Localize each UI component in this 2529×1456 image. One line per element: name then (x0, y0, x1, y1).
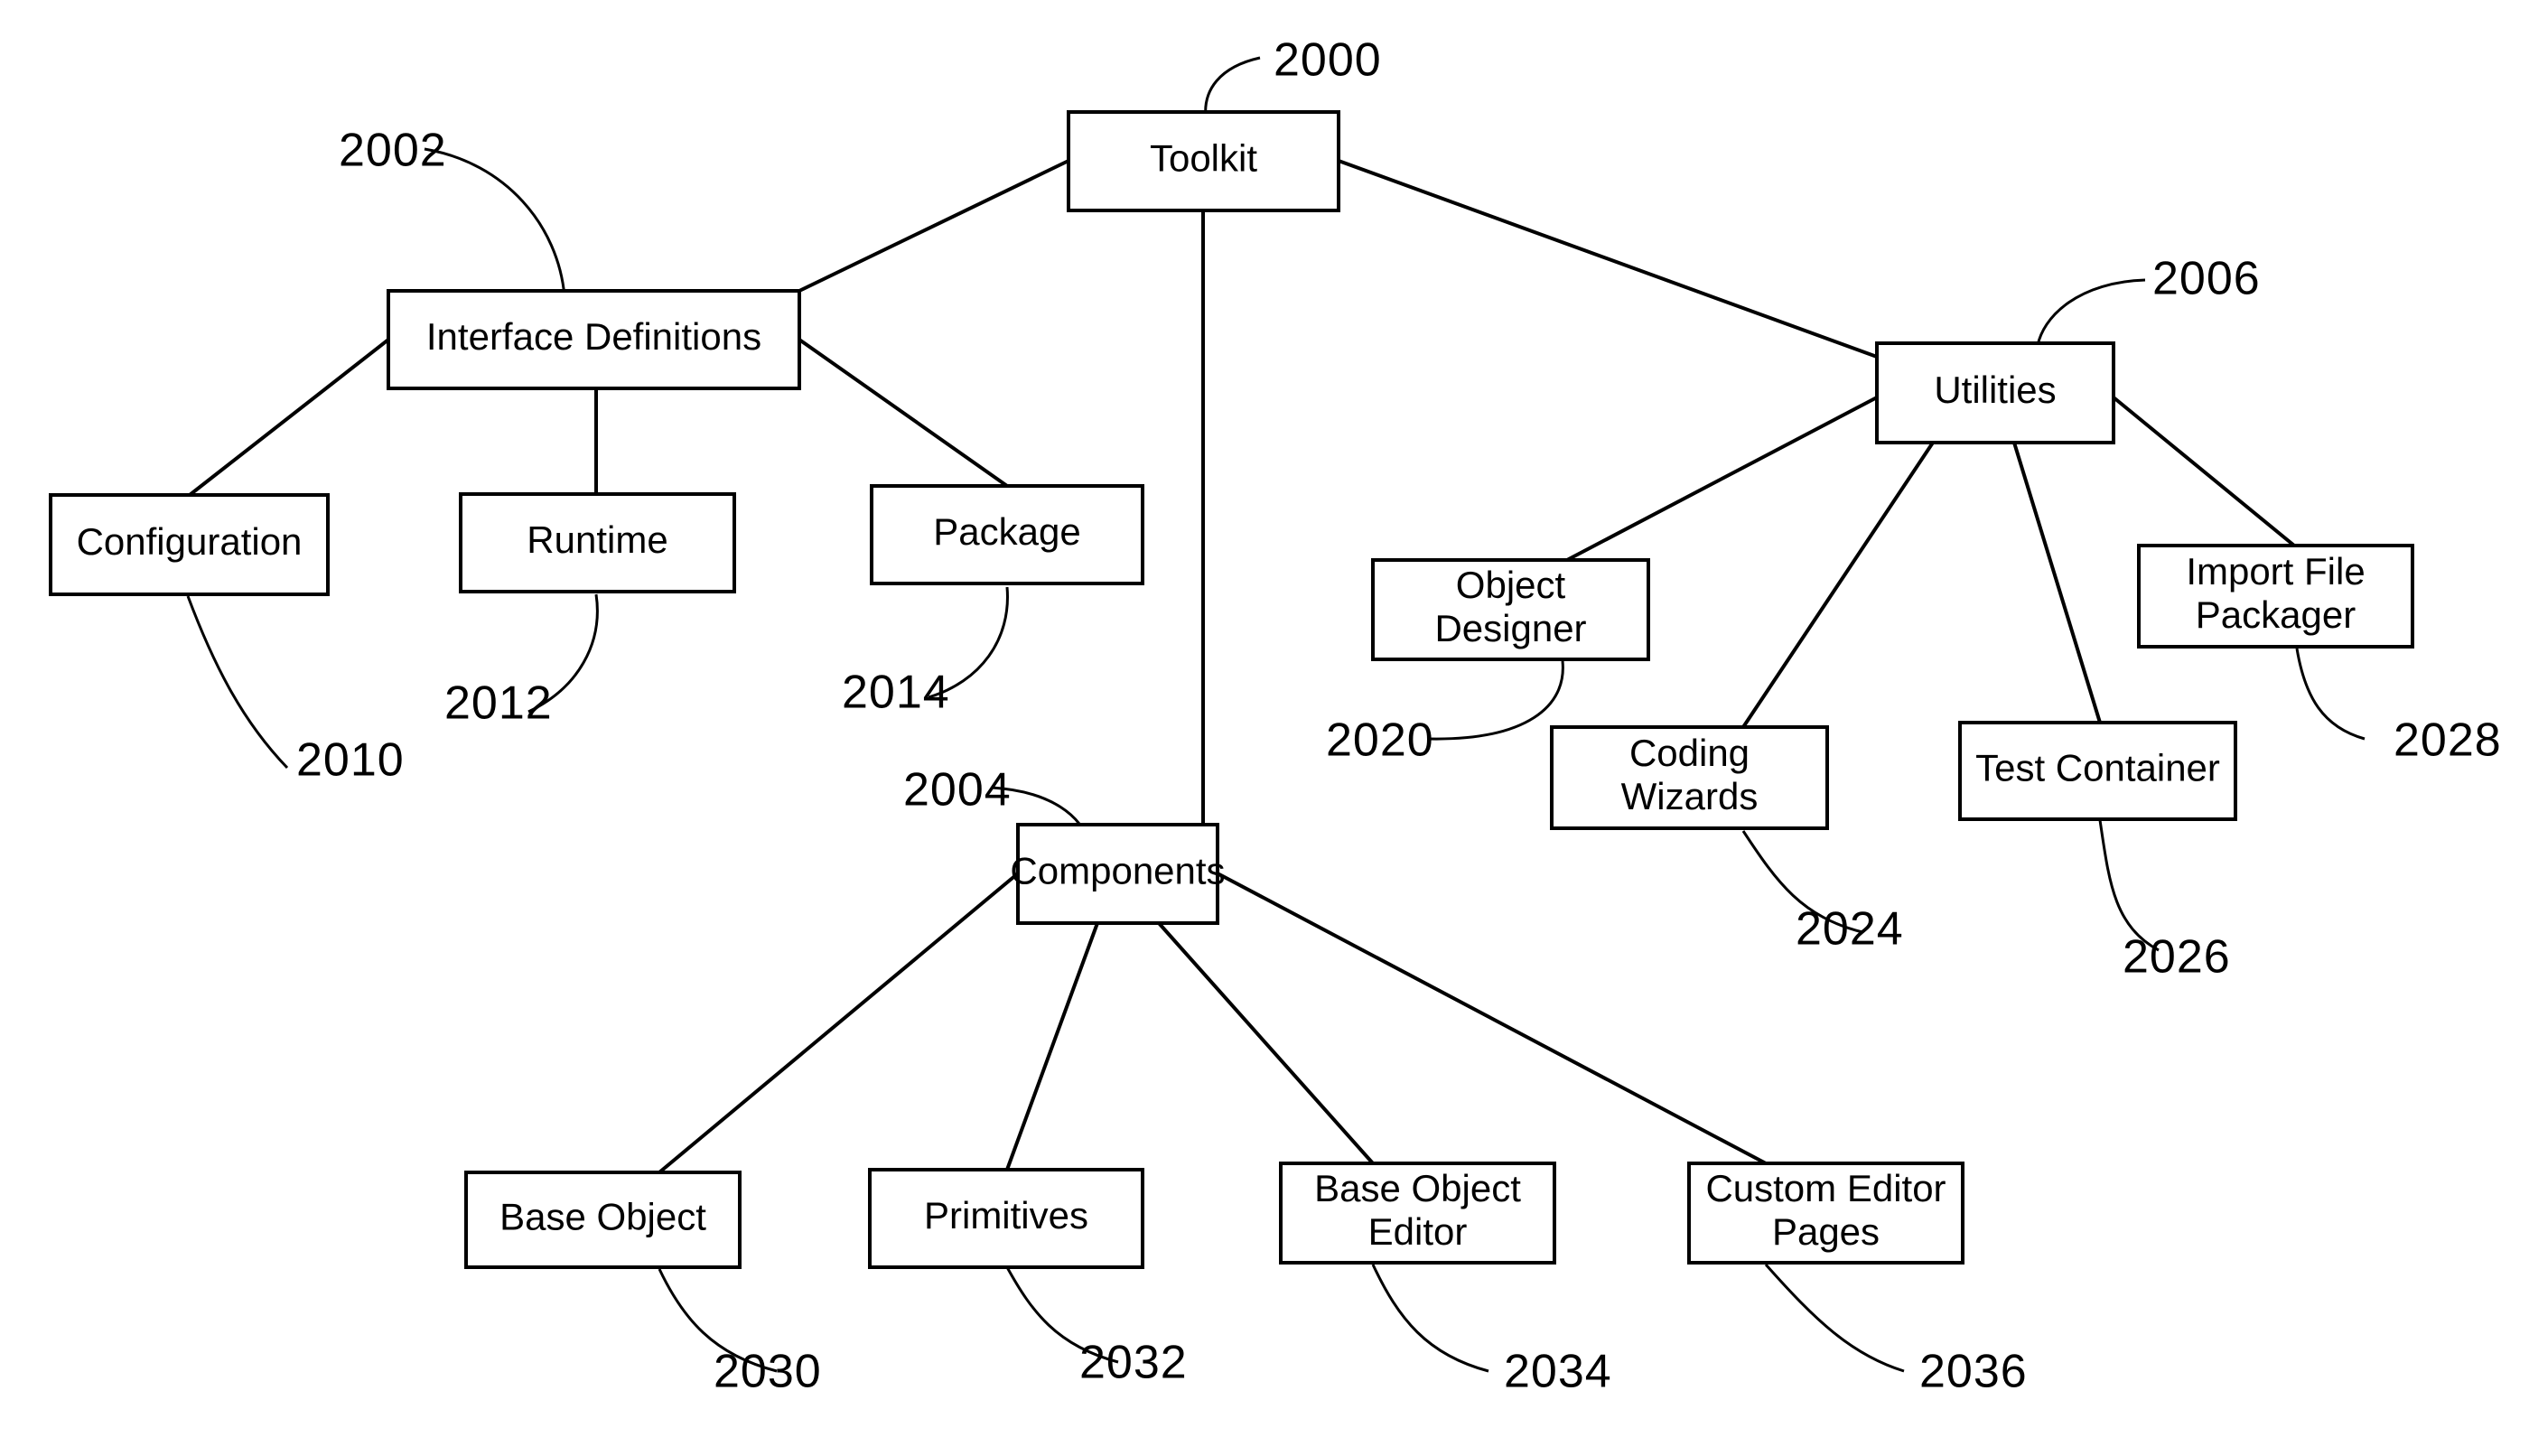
node-label-import_file_packager: Packager (2196, 593, 2356, 636)
reference-numeral-2012: 2012 (444, 677, 553, 730)
node-label-runtime: Runtime (527, 518, 667, 561)
node-label-package: Package (933, 510, 1080, 553)
reference-numeral-2020: 2020 (1326, 714, 1434, 767)
node-label-object_designer: Object (1456, 564, 1566, 606)
node-label-object_designer: Designer (1434, 607, 1586, 649)
reference-numeral-2000: 2000 (1274, 34, 1382, 87)
reference-numeral-2036: 2036 (1919, 1346, 2028, 1398)
edge-toolkit-to-interface_defs (798, 159, 1069, 293)
reference-numeral-2006: 2006 (2152, 253, 2261, 305)
node-toolkit[interactable]: Toolkit (1067, 110, 1340, 212)
reference-numeral-2028: 2028 (2394, 714, 2502, 767)
node-label-base_object_editor: Base Object (1314, 1167, 1521, 1209)
edge-toolkit-to-utilities (1338, 159, 1878, 359)
reference-numeral-2014: 2014 (842, 667, 950, 719)
node-base_object[interactable]: Base Object (464, 1171, 742, 1269)
node-label-interface_defs: Interface Definitions (426, 315, 761, 358)
edge-utilities-to-coding_wizards (1741, 441, 1935, 729)
node-label-components: Components (1010, 850, 1225, 892)
node-label-configuration: Configuration (77, 520, 303, 563)
node-label-custom_editor_pages: Pages (1772, 1210, 1880, 1253)
node-label-base_object: Base Object (499, 1196, 706, 1238)
reference-numeral-2004: 2004 (903, 764, 1012, 817)
node-label-coding_wizards: Wizards (1621, 775, 1759, 817)
node-label-utilities: Utilities (1934, 369, 2056, 411)
edge-utilities-to-object_designer (1566, 396, 1878, 562)
node-import_file_packager[interactable]: Import FilePackager (2137, 544, 2414, 649)
node-label-primitives: Primitives (924, 1194, 1088, 1237)
leader-line-2006 (2035, 278, 2146, 351)
leader-line-2000 (1204, 56, 1261, 118)
edge-components-to-custom_editor_pages (1217, 872, 1767, 1165)
edge-utilities-to-test_container (2012, 442, 2102, 723)
node-label-import_file_packager: Import File (2186, 550, 2365, 593)
leader-line-2010 (186, 595, 289, 770)
reference-numeral-2024: 2024 (1796, 903, 1904, 956)
toolkit-hierarchy-diagram: Toolkit Interface Definitions Components Ut… (49, 34, 2502, 1398)
edge-interface_defs-to-package (798, 338, 1009, 488)
node-primitives[interactable]: Primitives (868, 1168, 1144, 1269)
node-object_designer[interactable]: ObjectDesigner (1371, 558, 1650, 661)
leader-line-2028 (2295, 648, 2366, 741)
node-label-toolkit: Toolkit (1150, 137, 1257, 180)
patent-figure-canvas: Toolkit Interface Definitions Components Ut… (0, 0, 2529, 1456)
node-label-base_object_editor: Editor (1368, 1210, 1468, 1253)
node-interface_defs[interactable]: Interface Definitions (387, 289, 801, 390)
nodes-layer: Toolkit Interface Definitions Components Ut… (49, 110, 2414, 1269)
node-label-coding_wizards: Coding (1629, 732, 1750, 774)
reference-numeral-2032: 2032 (1079, 1337, 1188, 1389)
reference-numeral-2010: 2010 (296, 734, 405, 787)
node-package[interactable]: Package (870, 484, 1144, 585)
node-runtime[interactable]: Runtime (459, 492, 736, 593)
node-base_object_editor[interactable]: Base ObjectEditor (1279, 1162, 1556, 1265)
edge-interface_defs-to-configuration (188, 338, 390, 497)
node-label-custom_editor_pages: Custom Editor (1705, 1167, 1946, 1209)
edge-components-to-base_object_editor (1157, 921, 1375, 1165)
node-utilities[interactable]: Utilities (1875, 341, 2115, 444)
reference-numeral-2026: 2026 (2123, 931, 2231, 984)
node-custom_editor_pages[interactable]: Custom EditorPages (1687, 1162, 1964, 1265)
reference-numeral-2002: 2002 (339, 125, 447, 177)
leader-line-2034 (1371, 1264, 1489, 1373)
edge-components-to-primitives (1005, 922, 1099, 1171)
reference-numeral-2030: 2030 (714, 1346, 822, 1398)
leader-line-2020 (1428, 660, 1564, 741)
node-test_container[interactable]: Test Container (1958, 721, 2237, 821)
node-components[interactable]: Components (1010, 823, 1226, 925)
edge-components-to-base_object (658, 872, 1020, 1174)
node-coding_wizards[interactable]: CodingWizards (1550, 725, 1829, 830)
edge-utilities-to-import_file_packager (2112, 396, 2296, 547)
node-label-test_container: Test Container (1975, 747, 2220, 789)
leader-line-2036 (1764, 1264, 1905, 1373)
node-configuration[interactable]: Configuration (49, 493, 330, 596)
reference-numeral-2034: 2034 (1504, 1346, 1612, 1398)
